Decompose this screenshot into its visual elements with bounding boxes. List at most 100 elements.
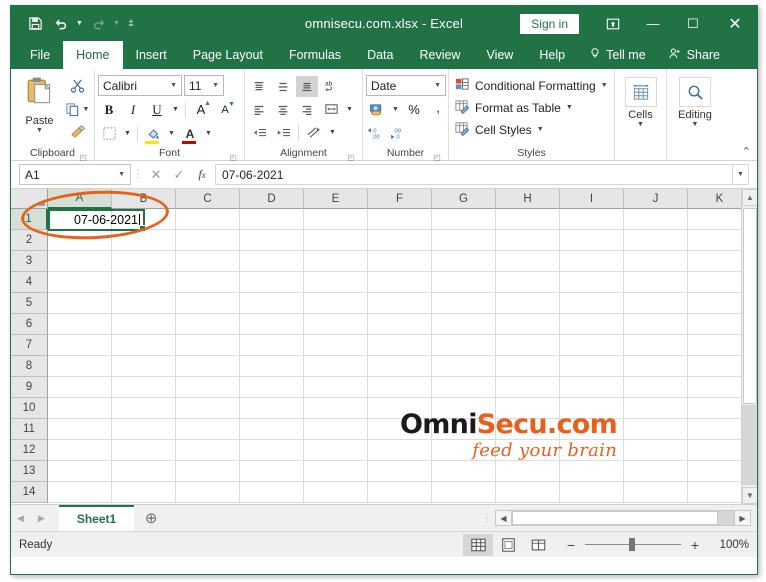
align-bottom-icon[interactable] [296, 76, 318, 97]
align-left-icon[interactable] [248, 99, 270, 120]
paste-dropdown-caret[interactable]: ▼ [36, 127, 43, 135]
column-header-B[interactable]: B [112, 189, 176, 209]
merge-center-dropdown-caret[interactable]: ▼ [327, 122, 338, 143]
cell-C13[interactable] [176, 461, 240, 482]
next-sheet-icon[interactable]: ▶ [38, 513, 45, 524]
cell-A11[interactable] [48, 419, 112, 440]
editing-dropdown-caret[interactable]: ▼ [692, 121, 699, 129]
cell-B12[interactable] [112, 440, 176, 461]
cell-F14[interactable] [368, 482, 432, 503]
cell-D2[interactable] [240, 230, 304, 251]
cell-F12[interactable] [368, 440, 432, 461]
zoom-out-button[interactable]: − [565, 537, 577, 553]
cell-D3[interactable] [240, 251, 304, 272]
cell-G5[interactable] [432, 293, 496, 314]
alignment-dialog-launcher[interactable]: ◰ [346, 150, 356, 162]
select-all-corner[interactable] [11, 189, 48, 209]
increase-font-size-icon[interactable]: A ▲ [190, 99, 212, 120]
cell-J11[interactable] [624, 419, 688, 440]
cell-J10[interactable] [624, 398, 688, 419]
scroll-up-arrow[interactable]: ▲ [742, 189, 757, 206]
wrap-text-icon[interactable] [320, 99, 342, 120]
vertical-scroll-thumb[interactable] [743, 208, 757, 404]
name-box[interactable]: A1 ▼ [19, 164, 131, 185]
row-header-4[interactable]: 4 [11, 272, 48, 293]
cell-G14[interactable] [432, 482, 496, 503]
cell-J5[interactable] [624, 293, 688, 314]
cell-A6[interactable] [48, 314, 112, 335]
borders-icon[interactable] [98, 123, 120, 144]
row-header-13[interactable]: 13 [11, 461, 48, 482]
cell-I14[interactable] [560, 482, 624, 503]
cell-H7[interactable] [496, 335, 560, 356]
increase-decimal-icon[interactable]: .00.0 [390, 123, 412, 144]
editing-button[interactable]: Editing ▼ [672, 73, 718, 135]
cell-D5[interactable] [240, 293, 304, 314]
expand-formula-bar-icon[interactable]: ▼ [733, 164, 749, 185]
cell-I11[interactable] [560, 419, 624, 440]
tab-formulas[interactable]: Formulas [276, 41, 354, 69]
row-header-14[interactable]: 14 [11, 482, 48, 503]
cell-H2[interactable] [496, 230, 560, 251]
column-header-J[interactable]: J [624, 189, 688, 209]
cell-A9[interactable] [48, 377, 112, 398]
fill-color-icon[interactable] [142, 123, 164, 144]
undo-dropdown-caret[interactable]: ▼ [75, 12, 84, 36]
normal-view-button[interactable] [463, 533, 493, 556]
percent-style-button[interactable]: % [403, 99, 425, 120]
cell-D12[interactable] [240, 440, 304, 461]
cell-E1[interactable] [304, 209, 368, 230]
cell-E11[interactable] [304, 419, 368, 440]
cell-E8[interactable] [304, 356, 368, 377]
maximize-button[interactable]: ☐ [673, 6, 713, 41]
decrease-indent-icon[interactable] [248, 122, 270, 143]
cell-I13[interactable] [560, 461, 624, 482]
cell-F2[interactable] [368, 230, 432, 251]
cell-B5[interactable] [112, 293, 176, 314]
cell-F8[interactable] [368, 356, 432, 377]
tell-me-box[interactable]: Tell me [578, 41, 657, 69]
bold-button[interactable]: B [98, 99, 120, 120]
cell-E3[interactable] [304, 251, 368, 272]
cell-H6[interactable] [496, 314, 560, 335]
cell-J6[interactable] [624, 314, 688, 335]
cell-G3[interactable] [432, 251, 496, 272]
cell-G7[interactable] [432, 335, 496, 356]
number-format-combo[interactable]: Date ▼ [366, 75, 446, 96]
column-header-I[interactable]: I [560, 189, 624, 209]
cell-D7[interactable] [240, 335, 304, 356]
row-header-12[interactable]: 12 [11, 440, 48, 461]
cell-C2[interactable] [176, 230, 240, 251]
cell-C11[interactable] [176, 419, 240, 440]
horizontal-scrollbar[interactable]: ◀ ▶ [495, 505, 757, 531]
cell-G10[interactable] [432, 398, 496, 419]
cell-B8[interactable] [112, 356, 176, 377]
redo-icon[interactable] [86, 12, 110, 36]
collapse-ribbon-icon[interactable]: ⌃ [742, 145, 751, 158]
column-header-C[interactable]: C [176, 189, 240, 209]
cell-J8[interactable] [624, 356, 688, 377]
cell-E2[interactable] [304, 230, 368, 251]
ribbon-display-options-icon[interactable] [593, 6, 633, 41]
cell-A7[interactable] [48, 335, 112, 356]
cell-B14[interactable] [112, 482, 176, 503]
save-icon[interactable] [23, 12, 47, 36]
vertical-scroll-track[interactable] [742, 405, 757, 485]
cell-J3[interactable] [624, 251, 688, 272]
cell-I3[interactable] [560, 251, 624, 272]
decrease-font-size-icon[interactable]: A ▼ [214, 99, 236, 120]
formula-input[interactable]: 07-06-2021 [215, 164, 733, 185]
paste-button[interactable]: Paste ▼ [14, 73, 65, 146]
cell-G11[interactable] [432, 419, 496, 440]
vertical-scrollbar[interactable]: ▲ ▼ [741, 189, 757, 504]
decrease-decimal-icon[interactable]: .0.00 [366, 123, 388, 144]
copy-icon[interactable]: ▼ [65, 99, 92, 119]
increase-indent-icon[interactable] [272, 122, 294, 143]
cell-G4[interactable] [432, 272, 496, 293]
row-header-11[interactable]: 11 [11, 419, 48, 440]
scroll-left-arrow[interactable]: ◀ [495, 510, 512, 526]
close-button[interactable]: ✕ [713, 6, 757, 41]
cell-A14[interactable] [48, 482, 112, 503]
cell-B13[interactable] [112, 461, 176, 482]
cell-H4[interactable] [496, 272, 560, 293]
